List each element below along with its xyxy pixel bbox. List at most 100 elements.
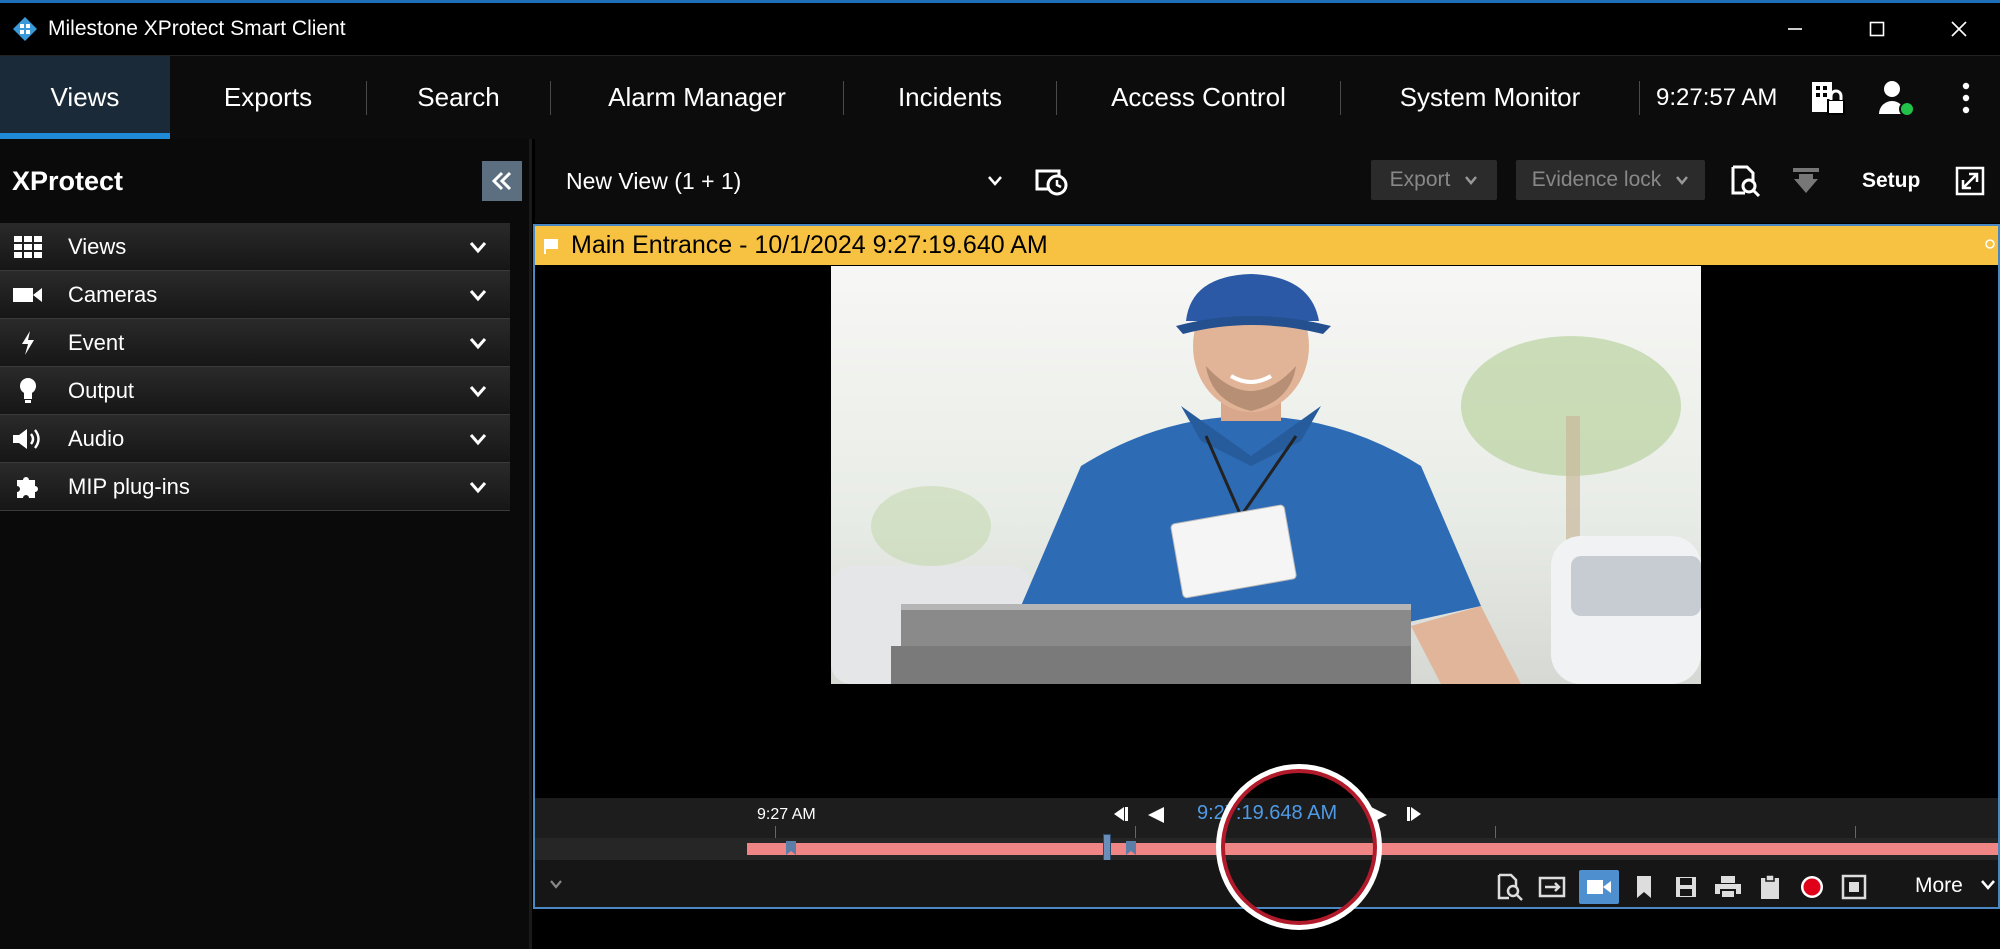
chevron-down-icon[interactable]: [1980, 878, 1996, 892]
double-chevron-left-icon: [491, 171, 512, 191]
sidebar-header: XProtect: [0, 139, 529, 223]
play-reverse-button[interactable]: [1146, 806, 1168, 826]
flag-icon: [544, 238, 558, 254]
user-button[interactable]: [1874, 76, 1918, 120]
arrow-down-bar-icon: [1793, 168, 1819, 193]
status-indicator-icon: [1985, 239, 1995, 249]
sidebar-item-label: Cameras: [68, 281, 158, 307]
chevron-down-icon: [1676, 176, 1689, 185]
bookmark-marker-icon[interactable]: [1125, 840, 1137, 856]
record-icon: [1801, 876, 1823, 898]
chevron-down-icon: [469, 482, 487, 494]
puzzle-icon: [0, 463, 56, 511]
time-sync-icon: [1035, 169, 1068, 196]
switch-camera-button[interactable]: [1535, 870, 1569, 904]
access-lock-button[interactable]: [1806, 76, 1850, 120]
milestone-logo-icon: [13, 17, 37, 41]
sidebar: XProtect Views Cameras Event Output Audi…: [0, 139, 532, 949]
speaker-icon: [0, 415, 56, 463]
minimize-button[interactable]: [1754, 3, 1836, 55]
play-reverse-icon: [1148, 807, 1164, 823]
chevron-down-icon: [1465, 176, 1478, 185]
tab-label: System Monitor: [1399, 82, 1581, 112]
camera-video-frame[interactable]: [831, 266, 1701, 684]
maximize-button[interactable]: [1836, 3, 1918, 55]
sidebar-item-audio[interactable]: Audio: [0, 415, 510, 463]
close-icon: [1951, 21, 1967, 37]
more-menu-button[interactable]: [1944, 76, 1988, 120]
more-button[interactable]: More: [1915, 860, 1963, 907]
export-button[interactable]: Export: [1371, 160, 1497, 200]
chevron-down-icon: [469, 386, 487, 398]
tab-incidents[interactable]: Incidents: [844, 56, 1056, 140]
user-status-icon: [1879, 81, 1915, 117]
chevron-down-icon[interactable]: [549, 878, 563, 890]
camera-icon: [0, 271, 56, 319]
evidence-lock-label: Evidence lock: [1531, 168, 1662, 191]
search-camera-button[interactable]: [1493, 870, 1527, 904]
sidebar-item-label: Audio: [68, 425, 125, 451]
clock: 9:27:57 AM: [1656, 84, 1778, 111]
setup-button[interactable]: Setup: [1862, 139, 1920, 223]
bookmark-icon: [1637, 876, 1651, 898]
tab-label: Exports: [223, 82, 313, 112]
tab-label: Search: [417, 82, 500, 112]
tab-access-control[interactable]: Access Control: [1057, 56, 1340, 140]
grid-icon: [0, 223, 56, 271]
skip-back-icon: [1114, 807, 1128, 821]
bulb-icon: [0, 367, 56, 415]
tab-alarm-manager[interactable]: Alarm Manager: [551, 56, 843, 140]
print-button[interactable]: [1711, 870, 1745, 904]
clipboard-icon: [1761, 874, 1779, 899]
minimize-icon: [1788, 28, 1802, 30]
highlight-circle: [1216, 764, 1382, 930]
sidebar-title: XProtect: [12, 165, 124, 196]
sidebar-item-cameras[interactable]: Cameras: [0, 271, 510, 319]
tab-exports[interactable]: Exports: [170, 56, 366, 140]
bookmark-down-button[interactable]: [1790, 165, 1822, 197]
timeline-tick-label: 9:27 AM: [757, 806, 816, 823]
camera-tile-title: Main Entrance - 10/1/2024 9:27:19.640 AM: [571, 231, 1048, 259]
tab-label: Incidents: [897, 82, 1003, 112]
nav-separator: [1639, 80, 1640, 115]
sidebar-item-event[interactable]: Event: [0, 319, 510, 367]
chevron-down-icon: [469, 242, 487, 254]
title-bar: Milestone XProtect Smart Client: [0, 0, 2000, 55]
expand-icon: [1955, 166, 1985, 196]
fullscreen-button[interactable]: [1955, 166, 1985, 196]
sidebar-item-label: Views: [68, 233, 127, 259]
live-camera-button[interactable]: [1579, 870, 1619, 904]
sidebar-item-views[interactable]: Views: [0, 223, 510, 271]
save-icon: [1676, 877, 1696, 897]
swap-icon: [1538, 876, 1566, 898]
view-toolbar: New View (1 + 1) Export Evidence lock Se…: [535, 139, 2000, 223]
tab-label: Access Control: [1111, 82, 1286, 112]
close-button[interactable]: [1918, 3, 2000, 55]
tab-search[interactable]: Search: [367, 56, 550, 140]
add-bookmark-button[interactable]: [1627, 870, 1661, 904]
search-button[interactable]: [1729, 165, 1761, 198]
export-label: Export: [1389, 168, 1451, 191]
evidence-lock-button[interactable]: Evidence lock: [1516, 160, 1705, 200]
clipboard-button[interactable]: [1753, 870, 1787, 904]
tab-system-monitor[interactable]: System Monitor: [1341, 56, 1639, 140]
sidebar-item-output[interactable]: Output: [0, 367, 510, 415]
chevron-down-icon: [469, 338, 487, 350]
collapse-sidebar-button[interactable]: [482, 161, 522, 201]
sidebar-item-mip-plugins[interactable]: MIP plug-ins: [0, 463, 510, 511]
chevron-down-icon[interactable]: [987, 174, 1003, 188]
record-button[interactable]: [1795, 870, 1829, 904]
skip-to-end-button[interactable]: [1405, 806, 1427, 826]
view-selector[interactable]: New View (1 + 1): [566, 139, 741, 223]
sequence-explorer-button[interactable]: [1035, 165, 1069, 199]
skip-to-start-button[interactable]: [1110, 806, 1132, 826]
zoom-fit-button[interactable]: [1837, 870, 1871, 904]
building-lock-icon: [1812, 82, 1845, 115]
tab-views[interactable]: Views: [0, 55, 170, 140]
video-camera-icon: [1587, 880, 1611, 894]
save-snapshot-button[interactable]: [1669, 870, 1703, 904]
tab-label: Alarm Manager: [608, 82, 786, 112]
tab-label: Views: [50, 82, 120, 112]
bookmark-marker-icon[interactable]: [785, 840, 797, 856]
more-vertical-icon: [1962, 82, 1970, 114]
